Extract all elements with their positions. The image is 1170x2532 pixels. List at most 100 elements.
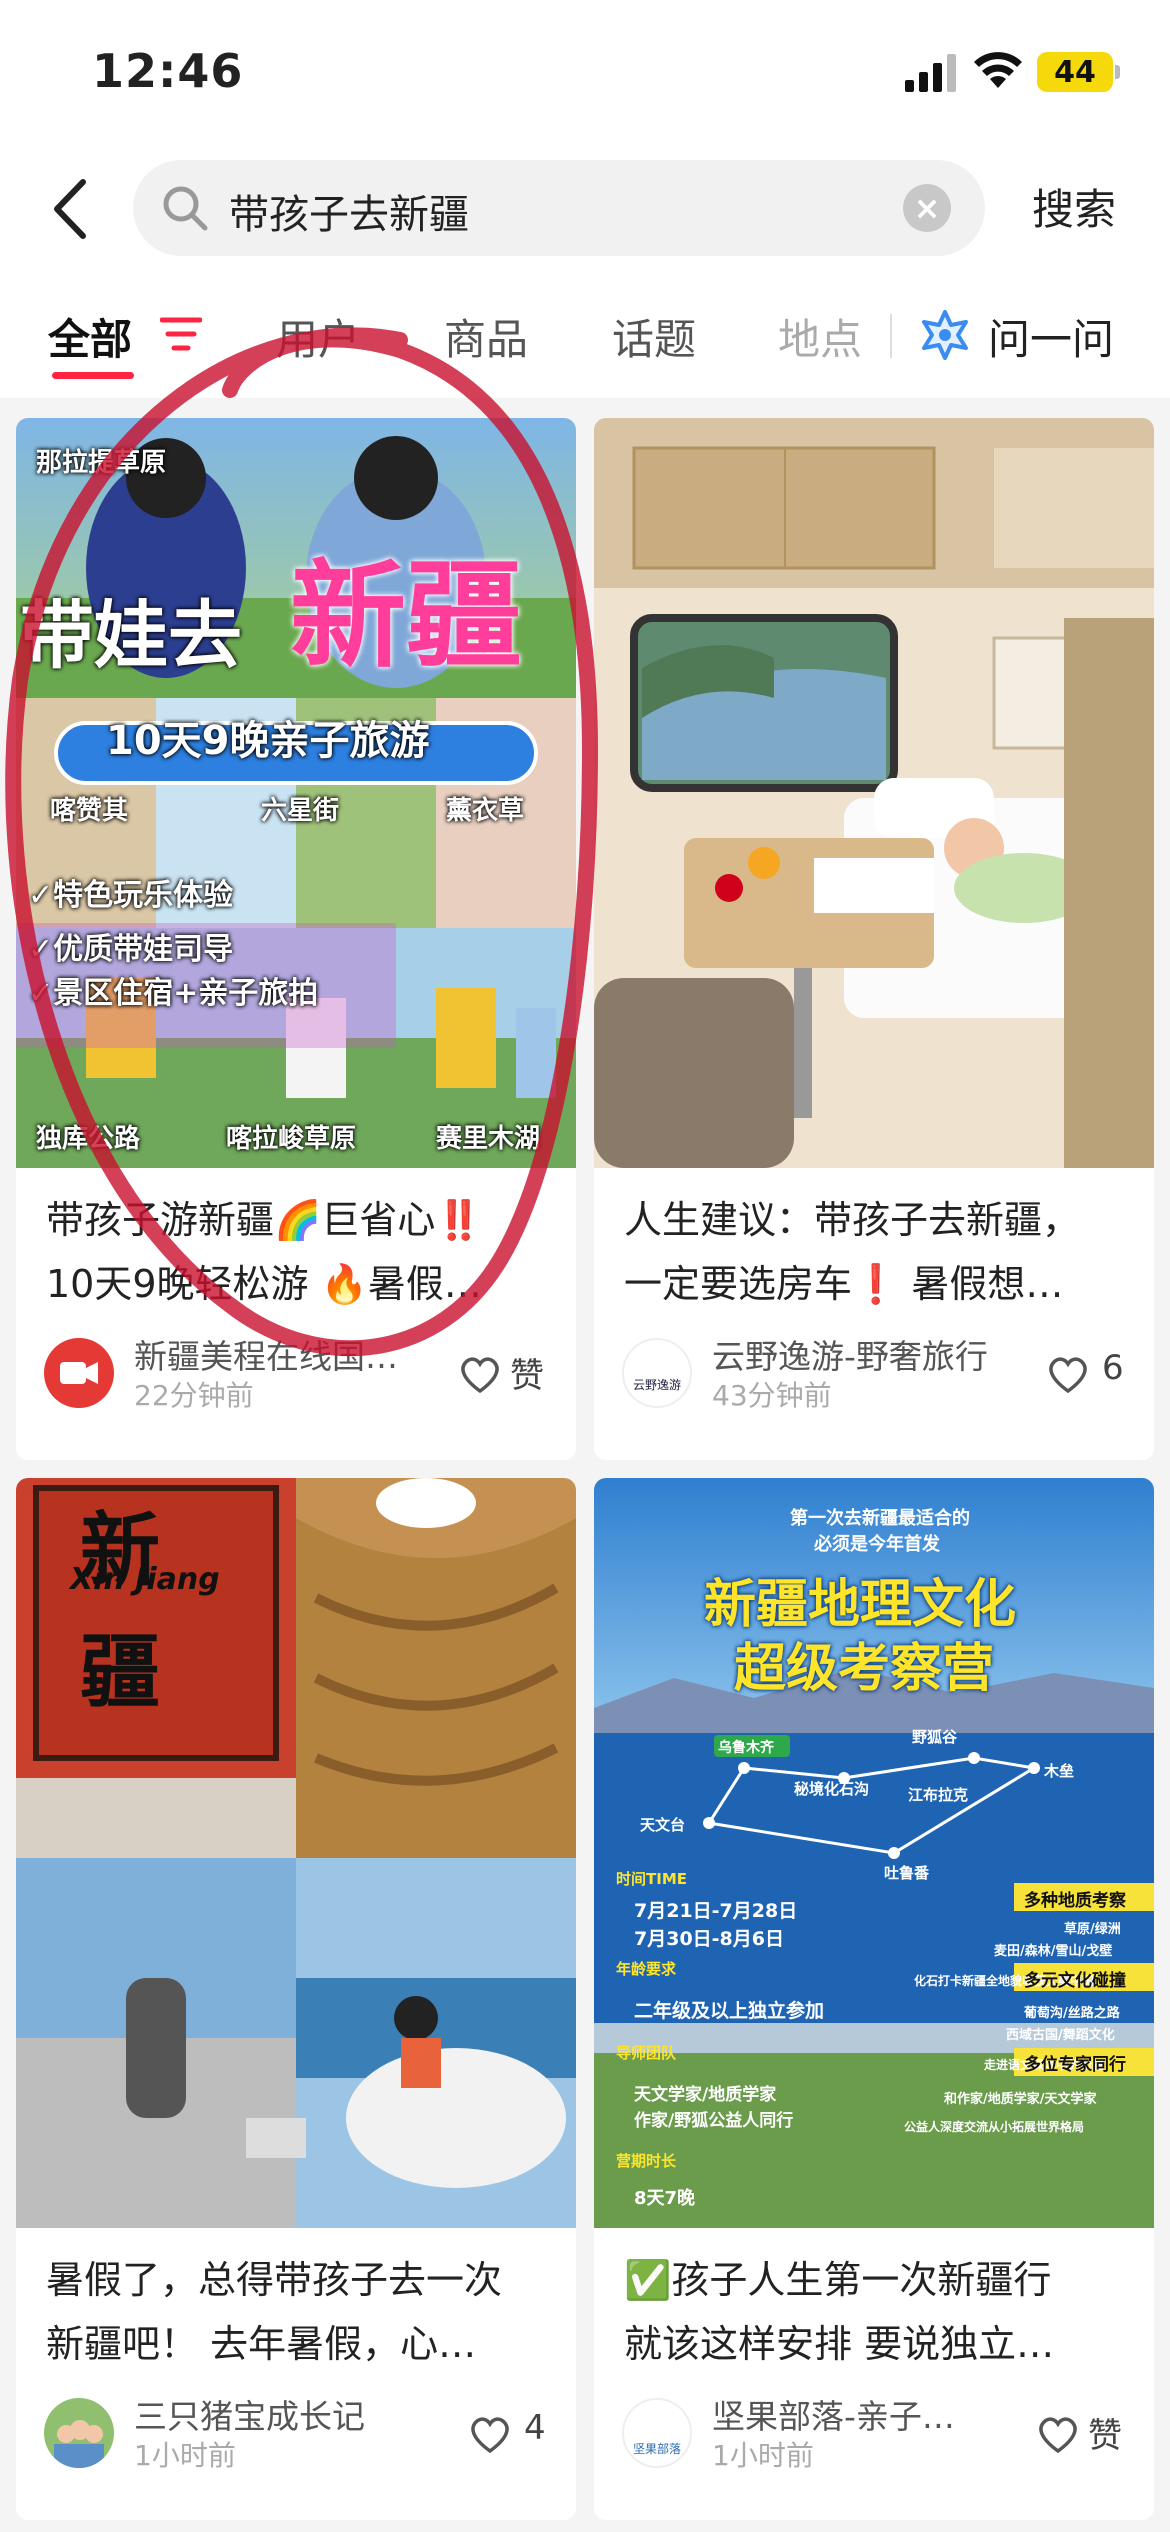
- cover-section-label: 导师团队: [616, 2044, 677, 2062]
- map-label: 野狐谷: [912, 1728, 958, 1746]
- like-count: 赞: [1088, 2416, 1122, 2456]
- cover-feature: ✓优质带娃司导: [28, 932, 234, 967]
- avatar[interactable]: 云野逸游: [622, 1338, 692, 1408]
- post-time: 43分钟前: [712, 1379, 832, 1412]
- clear-search-icon[interactable]: ×: [903, 184, 951, 232]
- cover-small-text: 第一次去新疆最适合的: [790, 1508, 970, 1529]
- cover-spot: 独库公路: [36, 1124, 141, 1154]
- cover-section-label: 年龄要求: [616, 1960, 677, 1978]
- cover-small-text: 必须是今年首发: [814, 1534, 940, 1555]
- tab-users[interactable]: 用户: [276, 306, 360, 367]
- search-icon: [163, 186, 208, 231]
- map-label: 吐鲁番: [884, 1864, 930, 1882]
- cover-headline-highlight: 新疆: [290, 549, 522, 684]
- search-input[interactable]: 带孩子去新疆 ×: [133, 160, 985, 256]
- tab-products[interactable]: 商品: [444, 306, 528, 367]
- post-card[interactable]: 第一次去新疆最适合的 必须是今年首发 新疆地理文化 超级考察营 乌鲁木齐 野狐谷…: [594, 1478, 1154, 2520]
- map-label: 秘境化石沟: [794, 1780, 870, 1798]
- post-card[interactable]: 新 Xin Jiang 疆 暑假了，总得带孩子去一次 新疆吧！ 去年暑假，心… …: [16, 1478, 576, 2520]
- cover-headline: 超级考察营: [734, 1639, 995, 1699]
- tab-places[interactable]: 地点: [778, 306, 862, 367]
- tab-ask[interactable]: 问一问: [988, 306, 1114, 367]
- post-title[interactable]: 带孩子游新疆🌈巨省心‼️ 10天9晚轻松游 🔥暑假…: [46, 1188, 556, 1316]
- cover-tag-detail: 麦田/森林/雪山/戈壁: [994, 1944, 1113, 1959]
- post-title[interactable]: 暑假了，总得带孩子去一次 新疆吧！ 去年暑假，心…: [46, 2248, 556, 2376]
- cover-team: 作家/野狐公益人同行: [634, 2111, 794, 2131]
- tab-topics[interactable]: 话题: [612, 306, 696, 367]
- cover-tag-detail: 西域古国/舞蹈文化: [1006, 2028, 1115, 2043]
- heart-icon[interactable]: [1036, 2414, 1080, 2454]
- post-card[interactable]: 那拉提草原 带娃去 新疆 10天9晚亲子旅游 喀赞其 六星街 薰衣草 ✓特色玩乐…: [16, 418, 576, 1460]
- post-title-line: 10天9晚轻松游 🔥暑假…: [46, 1262, 482, 1306]
- avatar[interactable]: 坚果部落: [622, 2398, 692, 2468]
- cover-location-label: 那拉提草原: [36, 448, 167, 478]
- cover-spot: 喀赞其: [50, 796, 129, 826]
- author-name[interactable]: 云野逸游-野奢旅行: [712, 1330, 1002, 1378]
- status-time: 12:46: [92, 44, 244, 98]
- map-label: 木垒: [1044, 1762, 1075, 1780]
- cover-tag: 多元文化碰撞: [1024, 1971, 1126, 1991]
- wifi-icon: [974, 52, 1022, 88]
- cellular-signal-icon: [905, 54, 956, 92]
- battery-indicator: 44: [1037, 52, 1120, 92]
- post-title-line: 人生建议：带孩子去新疆，: [624, 1198, 1081, 1242]
- like-count: 6: [1102, 1348, 1124, 1388]
- post-time: 22分钟前: [134, 1379, 254, 1412]
- cover-section-label: 营期时长: [616, 2152, 677, 2170]
- cover-sign-char: 疆: [80, 1626, 160, 1719]
- cover-spot: 薰衣草: [446, 796, 525, 826]
- post-title[interactable]: 人生建议：带孩子去新疆， 一定要选房车❗ 暑假想…: [624, 1188, 1134, 1316]
- filter-icon[interactable]: [160, 316, 202, 352]
- search-button[interactable]: 搜索: [1032, 176, 1116, 237]
- post-time: 1小时前: [712, 2439, 814, 2472]
- ask-ai-icon[interactable]: [918, 308, 972, 362]
- cover-spot: 喀拉峻草原: [226, 1124, 357, 1154]
- post-title-line: 新疆吧！ 去年暑假，心…: [46, 2322, 477, 2366]
- cover-spot: 赛里木湖: [436, 1124, 541, 1154]
- map-label: 天文台: [640, 1816, 686, 1834]
- map-label: 乌鲁木齐: [718, 1740, 774, 1756]
- cover-spot: 六星街: [261, 796, 340, 826]
- cover-age: 二年级及以上独立参加: [634, 2000, 825, 2022]
- cover-date: 7月30日-8月6日: [634, 1928, 784, 1950]
- avatar[interactable]: [44, 1338, 114, 1408]
- tab-all[interactable]: 全部: [48, 306, 132, 367]
- post-title-line: 一定要选房车❗ 暑假想…: [624, 1262, 1064, 1306]
- cover-tag-detail: 草原/绿洲: [1064, 1922, 1121, 1937]
- post-title-line: 就该这样安排 要说独立…: [624, 2322, 1055, 2366]
- author-name[interactable]: 三只猪宝成长记: [134, 2390, 424, 2438]
- heart-icon[interactable]: [1046, 1354, 1090, 1394]
- active-tab-indicator: [52, 372, 134, 379]
- cover-tag-detail: 公益人深度交流从小拓展世界格局: [904, 2120, 1085, 2134]
- cover-duration: 8天7晚: [634, 2188, 696, 2209]
- cover-tag-detail: 和作家/地质学家/天文学家: [944, 2092, 1097, 2107]
- avatar[interactable]: [44, 2398, 114, 2468]
- cover-date: 7月21日-7月28日: [634, 1900, 798, 1922]
- cover-tag: 多种地质考察: [1024, 1891, 1126, 1911]
- cover-banner: 10天9晚亲子旅游: [106, 718, 430, 764]
- post-cover-image[interactable]: [594, 418, 1154, 1168]
- back-arrow-icon[interactable]: [45, 176, 95, 242]
- cover-sign-english: Xin Jiang: [70, 1562, 220, 1597]
- post-title[interactable]: ✅孩子人生第一次新疆行 就该这样安排 要说独立…: [624, 2248, 1134, 2376]
- cover-headline: 带娃去: [20, 593, 242, 679]
- post-time: 1小时前: [134, 2439, 236, 2472]
- author-name[interactable]: 新疆美程在线国…: [134, 1330, 424, 1378]
- heart-icon[interactable]: [468, 2414, 512, 2454]
- tab-divider: [890, 314, 892, 358]
- author-name[interactable]: 坚果部落-亲子…: [712, 2390, 1002, 2438]
- cover-tag-detail: 葡萄沟/丝路之路: [1024, 2006, 1120, 2021]
- cover-tag: 多位专家同行: [1024, 2055, 1126, 2075]
- post-card[interactable]: 人生建议：带孩子去新疆， 一定要选房车❗ 暑假想… 云野逸游 云野逸游-野奢旅行…: [594, 418, 1154, 1460]
- map-label: 江布拉克: [908, 1786, 969, 1804]
- cover-feature: ✓特色玩乐体验: [28, 878, 234, 913]
- cover-team: 天文学家/地质学家: [634, 2085, 777, 2105]
- post-title-line: 带孩子游新疆🌈巨省心‼️: [46, 1198, 483, 1242]
- heart-icon[interactable]: [458, 1354, 502, 1394]
- search-header: 带孩子去新疆 × 搜索: [0, 150, 1170, 268]
- post-title-line: ✅孩子人生第一次新疆行: [624, 2258, 1052, 2302]
- result-tabs: 全部 用户 商品 话题 地点 问一问: [0, 268, 1170, 398]
- like-count: 赞: [510, 1356, 544, 1396]
- like-count: 4: [524, 2408, 546, 2448]
- search-query: 带孩子去新疆: [229, 192, 469, 238]
